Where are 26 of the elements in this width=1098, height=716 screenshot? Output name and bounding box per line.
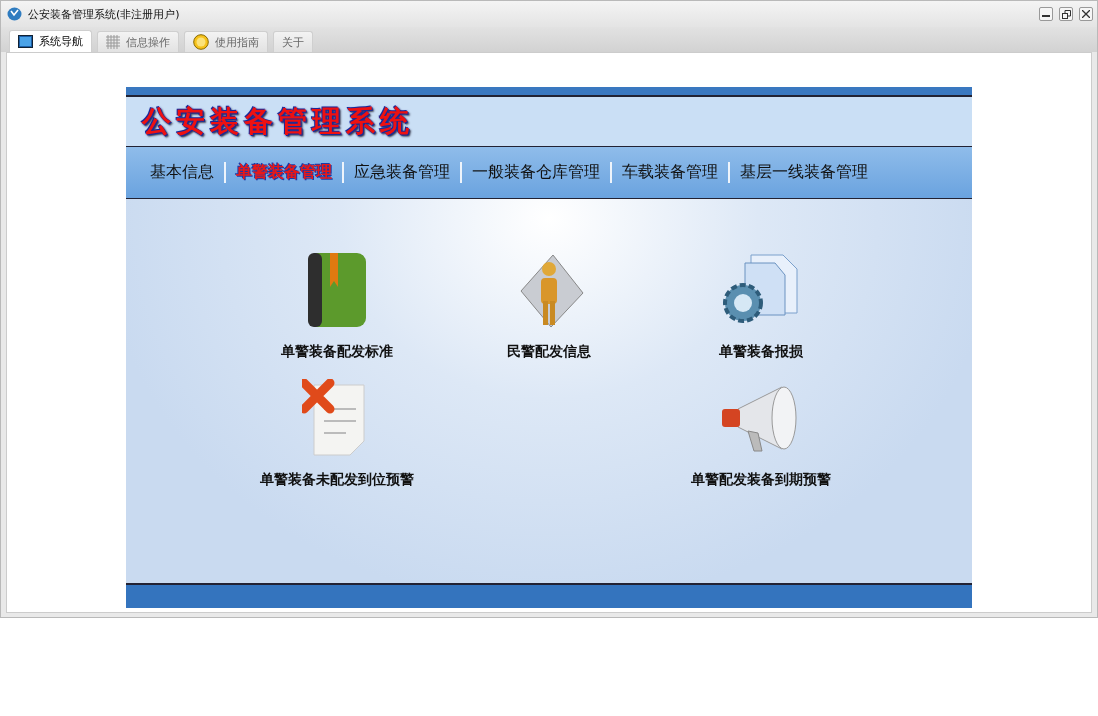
nav-link[interactable]: 基本信息 [140,162,224,183]
grid-icon [106,35,120,49]
nav-link[interactable]: 基层一线装备管理 [728,162,878,183]
close-icon [1082,10,1090,18]
module-button[interactable]: 单警配发装备到期预警 [668,379,854,489]
module-button[interactable]: 单警装备配发标准 [244,251,430,361]
nav-link[interactable]: 一般装备仓库管理 [460,162,610,183]
module-button[interactable]: 单警装备报损 [668,251,854,361]
module-button[interactable]: 单警装备未配发到位预警 [244,379,430,489]
minimize-button[interactable] [1039,7,1053,21]
window-title: 公安装备管理系统(非注册用户) [28,6,181,22]
coin-icon [193,34,209,50]
tab[interactable]: 系统导航 [9,30,92,52]
book-icon [306,251,368,329]
tab[interactable]: 信息操作 [97,31,179,52]
module-button[interactable]: 民警配发信息 [456,251,642,361]
app-logo-icon [7,7,22,21]
restore-icon [1061,9,1071,19]
system-title: 公安装备管理系统 [142,102,414,140]
tab[interactable]: 关于 [273,31,313,52]
nav-link[interactable]: 车载装备管理 [610,162,728,183]
close-button[interactable] [1079,7,1093,21]
nav-link[interactable]: 应急装备管理 [342,162,460,183]
restore-button[interactable] [1059,7,1073,21]
tab[interactable]: 使用指南 [184,31,268,52]
monitor-icon [18,35,33,48]
